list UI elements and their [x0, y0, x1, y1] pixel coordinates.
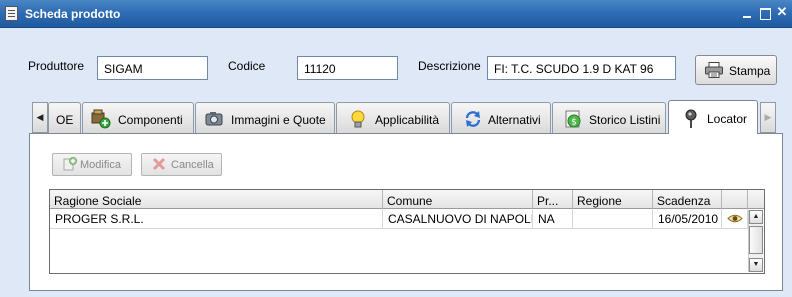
codice-label: Codice	[228, 59, 266, 73]
scroll-down-button[interactable]: ▼	[749, 258, 763, 272]
tab-componenti[interactable]: Componenti	[82, 102, 194, 133]
delete-icon	[152, 157, 166, 171]
locator-grid: Ragione Sociale Comune Pr... Regione Sca…	[49, 189, 765, 274]
maximize-button[interactable]	[759, 7, 771, 20]
cancella-button[interactable]: Cancella	[141, 153, 222, 176]
edit-add-icon	[63, 157, 77, 171]
descrizione-field[interactable]: FI: T.C. SCUDO 1.9 D KAT 96	[487, 56, 676, 80]
produttore-field[interactable]: SIGAM	[97, 56, 208, 80]
window-title: Scheda prodotto	[25, 7, 121, 21]
tab-scroll-left-button[interactable]: ◀	[32, 102, 48, 133]
tab-applicabilita-label: Applicabilità	[375, 113, 440, 127]
produttore-label: Produttore	[28, 59, 85, 73]
column-header-provincia[interactable]: Pr...	[533, 190, 573, 209]
window-titlebar: Scheda prodotto ✕	[0, 0, 792, 28]
tab-immagini-e-quote[interactable]: Immagini e Quote	[195, 102, 335, 133]
price-list-icon: $	[565, 110, 581, 128]
close-button[interactable]: ✕	[776, 5, 788, 18]
stampa-button-label: Stampa	[729, 64, 771, 78]
map-pin-icon	[685, 109, 697, 128]
tab-scroll-right-button[interactable]: ▶	[760, 102, 776, 133]
tab-applicabilita[interactable]: Applicabilità	[336, 102, 450, 133]
document-icon	[5, 6, 18, 21]
column-header-ragione-sociale[interactable]: Ragione Sociale	[50, 190, 383, 209]
stampa-button[interactable]: Stampa	[695, 55, 777, 85]
tab-alternativi[interactable]: Alternativi	[451, 102, 551, 133]
tab-storico-listini[interactable]: $ Storico Listini	[552, 102, 666, 133]
tab-strip: ◀ OE Componenti Immagini e Quote Applica…	[32, 100, 784, 134]
cancella-button-label: Cancella	[171, 159, 214, 171]
grid-header: Ragione Sociale Comune Pr... Regione Sca…	[50, 190, 764, 209]
descrizione-label: Descrizione	[418, 59, 481, 73]
tab-oe-label: OE	[56, 113, 74, 127]
column-header-view	[722, 190, 748, 209]
refresh-arrows-icon	[465, 111, 481, 127]
column-header-scadenza[interactable]: Scadenza	[653, 190, 722, 209]
cell-provincia: NA	[533, 209, 573, 229]
components-icon	[91, 109, 111, 129]
eye-icon[interactable]	[727, 213, 743, 224]
lightbulb-icon	[351, 110, 365, 128]
column-header-regione[interactable]: Regione	[573, 190, 653, 209]
modifica-button[interactable]: Modifica	[52, 153, 132, 176]
tab-storico-listini-label: Storico Listini	[589, 113, 661, 127]
locator-panel: Modifica Cancella Ragione Sociale Comune…	[29, 133, 783, 291]
cell-regione	[573, 209, 653, 229]
codice-field[interactable]: 11120	[297, 56, 398, 80]
view-cell[interactable]	[722, 209, 748, 229]
tab-locator-label: Locator	[707, 112, 748, 126]
column-header-comune[interactable]: Comune	[383, 190, 533, 209]
scroll-up-button[interactable]: ▲	[749, 210, 763, 224]
tab-locator[interactable]: Locator	[668, 100, 758, 134]
camera-icon	[205, 112, 223, 126]
tab-immagini-label: Immagini e Quote	[231, 113, 326, 127]
grid-vertical-scrollbar[interactable]: ▲ ▼	[748, 210, 763, 272]
tab-componenti-label: Componenti	[118, 113, 183, 127]
printer-icon	[705, 62, 723, 78]
minimize-button[interactable]	[741, 7, 753, 19]
cell-scadenza: 16/05/2010	[653, 209, 722, 229]
cell-ragione-sociale: PROGER S.R.L.	[50, 209, 383, 229]
svg-text:$: $	[571, 118, 577, 128]
tab-alternativi-label: Alternativi	[488, 113, 541, 127]
table-row[interactable]: PROGER S.R.L. CASALNUOVO DI NAPOLI NA 16…	[50, 209, 750, 229]
cell-comune: CASALNUOVO DI NAPOLI	[383, 209, 533, 229]
tab-oe[interactable]: OE	[48, 102, 81, 133]
modifica-button-label: Modifica	[80, 159, 121, 171]
scroll-thumb[interactable]	[749, 226, 763, 254]
